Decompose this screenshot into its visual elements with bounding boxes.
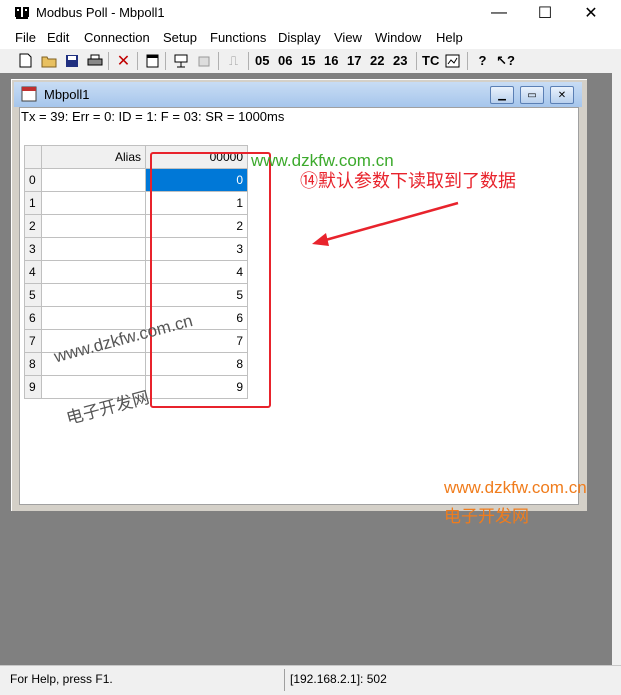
menu-window[interactable]: Window	[375, 30, 421, 45]
row-index: 3	[24, 237, 42, 261]
mdi-restore-button[interactable]: ▭	[520, 86, 544, 104]
watermark-url-orange: www.dzkfw.com.cn	[444, 478, 587, 497]
watermark-cn-orange: 电子开发网	[444, 507, 529, 526]
row-index: 1	[24, 191, 42, 215]
function-05-button[interactable]: 05	[255, 53, 269, 68]
function-23-button[interactable]: 23	[393, 53, 407, 68]
help-icon[interactable]: ?	[474, 52, 491, 69]
row-index: 0	[24, 168, 42, 192]
modbus-poll-app-icon	[15, 7, 29, 19]
document-icon	[21, 86, 37, 102]
row-index: 4	[24, 260, 42, 284]
row-index: 7	[24, 329, 42, 353]
menu-setup[interactable]: Setup	[163, 30, 197, 45]
toolbar-separator	[467, 52, 468, 70]
open-folder-icon[interactable]	[40, 52, 57, 69]
connection-status-text: [192.168.2.1]: 502	[290, 672, 387, 686]
toolbar-separator	[218, 52, 219, 70]
annotation-arrow-icon	[312, 201, 459, 246]
toolbar-separator	[165, 52, 166, 70]
save-icon[interactable]	[63, 52, 80, 69]
mdi-title-bar: Mbpoll1 ▁ ▭ ✕	[14, 82, 582, 107]
minimize-button[interactable]: —	[476, 0, 522, 26]
pulse-icon: ⎍	[228, 52, 239, 68]
write-disabled-icon	[195, 52, 212, 69]
workspace-scrollbar[interactable]	[612, 73, 621, 665]
alias-cell[interactable]	[41, 260, 146, 284]
alias-cell[interactable]	[41, 191, 146, 215]
toolbar: ✕ ⎍ 05 06 15 16 17 22 23 TC ? ↖?	[0, 49, 621, 74]
new-file-icon[interactable]	[17, 52, 34, 69]
row-index: 8	[24, 352, 42, 376]
poll-status-line: Tx = 39: Err = 0: ID = 1: F = 03: SR = 1…	[21, 109, 285, 124]
toolbar-separator	[416, 52, 417, 70]
function-17-button[interactable]: 17	[347, 53, 361, 68]
alias-cell[interactable]	[41, 237, 146, 261]
mdi-close-button[interactable]: ✕	[550, 86, 574, 104]
function-22-button[interactable]: 22	[370, 53, 384, 68]
menu-view[interactable]: View	[334, 30, 362, 45]
annotation-caption: ⑭默认参数下读取到了数据	[300, 171, 516, 191]
title-bar: Modbus Poll - Mbpoll1 — ☐ ✕	[0, 0, 621, 26]
new-window-icon[interactable]	[144, 52, 161, 69]
read-write-icon[interactable]	[172, 52, 189, 69]
disconnect-icon[interactable]: ✕	[115, 52, 132, 70]
toolbar-separator	[248, 52, 249, 70]
help-status-text: For Help, press F1.	[10, 672, 113, 686]
annotation-highlight-box	[150, 152, 271, 408]
alias-cell[interactable]	[41, 214, 146, 238]
toolbar-separator	[108, 52, 109, 70]
mdi-minimize-button[interactable]: ▁	[490, 86, 514, 104]
menu-functions[interactable]: Functions	[210, 30, 266, 45]
row-index: 9	[24, 375, 42, 399]
alias-cell[interactable]	[41, 283, 146, 307]
status-bar: For Help, press F1. [192.168.2.1]: 502	[0, 665, 621, 695]
row-index: 6	[24, 306, 42, 330]
grid-corner	[24, 145, 42, 169]
function-15-button[interactable]: 15	[301, 53, 315, 68]
context-help-icon[interactable]: ↖?	[496, 52, 515, 69]
menu-help[interactable]: Help	[436, 30, 463, 45]
alias-cell[interactable]	[41, 168, 146, 192]
menu-display[interactable]: Display	[278, 30, 321, 45]
status-divider	[284, 669, 285, 691]
close-button[interactable]: ✕	[568, 0, 614, 26]
row-index: 5	[24, 283, 42, 307]
function-06-button[interactable]: 06	[278, 53, 292, 68]
row-index: 2	[24, 214, 42, 238]
maximize-button[interactable]: ☐	[522, 0, 568, 26]
menu-bar: File Edit Connection Setup Functions Dis…	[0, 27, 621, 49]
window-title: Modbus Poll - Mbpoll1	[36, 5, 165, 20]
mdi-title: Mbpoll1	[44, 87, 90, 102]
menu-connection[interactable]: Connection	[84, 30, 150, 45]
traffic-monitor-icon[interactable]	[444, 52, 461, 69]
alias-column-header[interactable]: Alias	[41, 145, 146, 169]
function-16-button[interactable]: 16	[324, 53, 338, 68]
menu-file[interactable]: File	[15, 30, 36, 45]
traffic-tc-button[interactable]: TC	[422, 53, 439, 68]
toolbar-separator	[137, 52, 138, 70]
menu-edit[interactable]: Edit	[47, 30, 69, 45]
mbpoll1-window: Mbpoll1 ▁ ▭ ✕ Tx = 39: Err = 0: ID = 1: …	[10, 78, 588, 512]
print-icon[interactable]	[86, 52, 103, 69]
